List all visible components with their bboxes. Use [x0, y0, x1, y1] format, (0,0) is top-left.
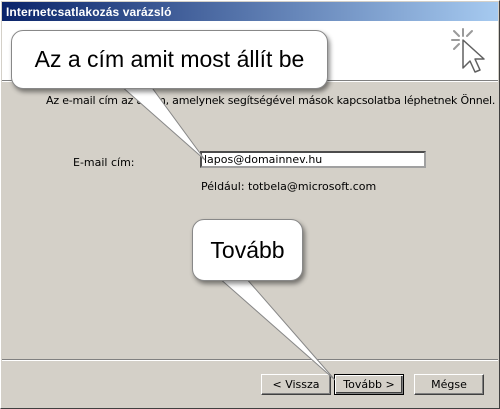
cancel-button[interactable]: Mégse	[414, 374, 484, 395]
next-callout-text: Tovább	[210, 236, 285, 263]
email-label: E-mail cím:	[73, 156, 135, 169]
email-callout: Az a cím amit most állít be	[11, 30, 328, 89]
sparkle-cursor-icon	[451, 28, 485, 73]
back-button[interactable]: < Vissza	[261, 374, 331, 395]
description-text: Az e-mail cím az a cím, amelynek segítsé…	[46, 94, 496, 107]
next-callout: Tovább	[192, 219, 303, 281]
title-bar: Internetcsatlakozás varázsló	[2, 2, 498, 21]
email-example: Például: totbela@microsoft.com	[201, 180, 377, 193]
window-title: Internetcsatlakozás varázsló	[6, 5, 172, 19]
next-button[interactable]: Tovább >	[334, 374, 404, 395]
email-callout-text: Az a cím amit most állít be	[34, 46, 305, 72]
email-input[interactable]	[200, 151, 426, 168]
